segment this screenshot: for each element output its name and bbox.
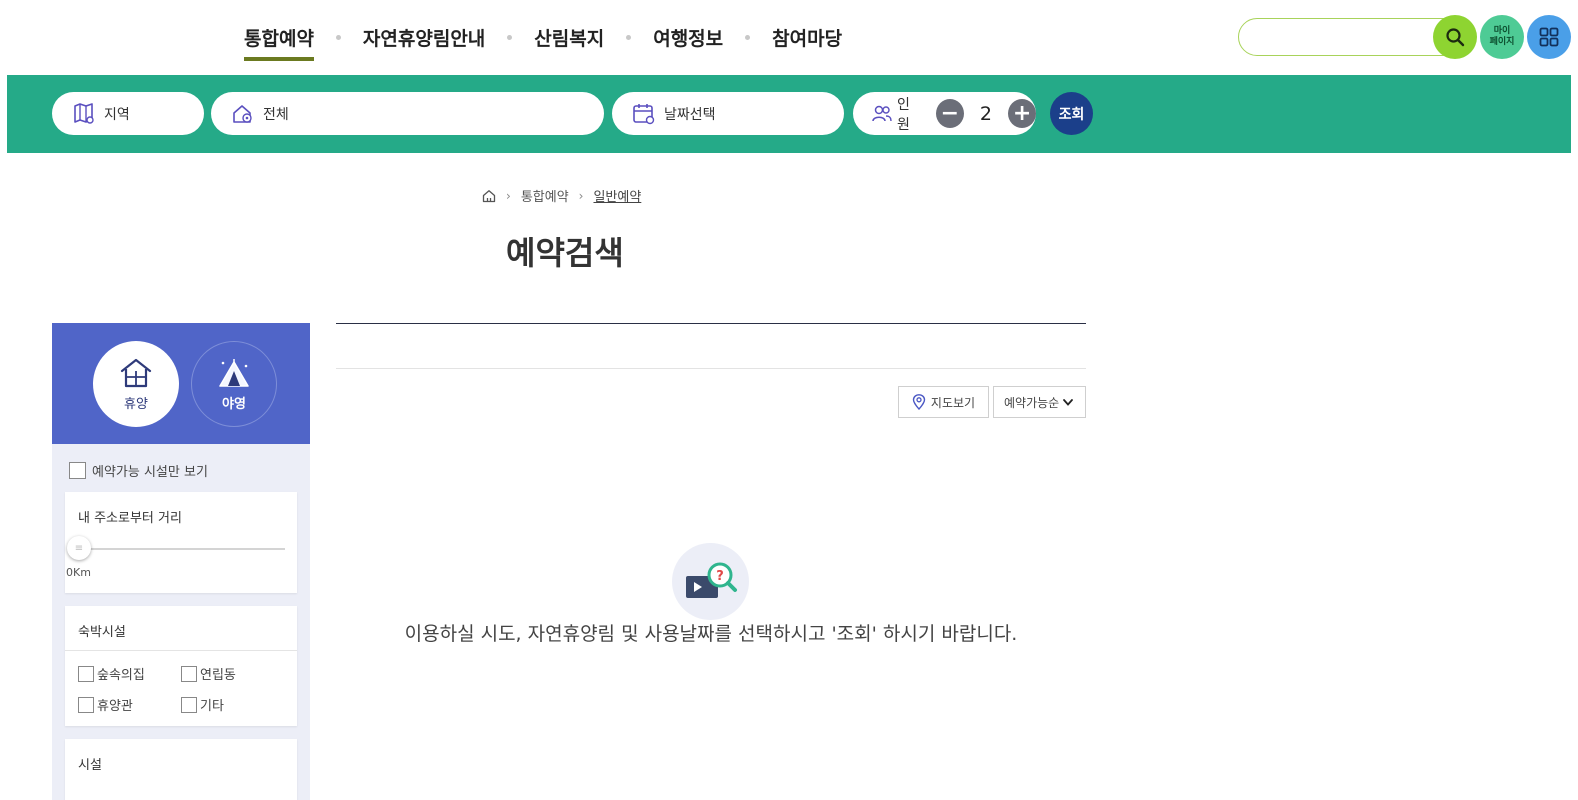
checkbox-box[interactable] [181, 665, 197, 682]
people-selector: 인원 − 2 + [853, 92, 1036, 135]
my-page-label-line2: 페이지 [1489, 37, 1515, 47]
region-select[interactable]: 지역 [52, 92, 204, 135]
content-divider [336, 368, 1086, 369]
tent-icon [219, 358, 249, 387]
checkbox-box[interactable] [181, 696, 197, 713]
type-recreation-button[interactable]: 휴양 [93, 341, 179, 427]
lodging-title: 숙박시설 [78, 625, 126, 640]
lodging-option-label: 기타 [200, 699, 224, 714]
type-recreation-label: 휴양 [124, 396, 148, 412]
distance-value: 0Km [66, 566, 91, 579]
lodging-option-label: 숲속의집 [97, 668, 145, 683]
checkbox-box[interactable] [69, 462, 86, 479]
nav-item-travel[interactable]: 여행정보 [653, 24, 723, 59]
region-label: 지역 [104, 106, 130, 123]
filter-sidebar: 휴양 야영 예약가능 시설만 보기 내 주소로부터 거리 ≡ 0Km 숙박시설 … [52, 323, 310, 800]
nav-item-community[interactable]: 참여마당 [772, 24, 842, 59]
svg-text:?: ? [716, 569, 724, 584]
sort-select[interactable]: 예약가능순 [993, 386, 1086, 418]
lodging-option-other[interactable]: 기타 [181, 695, 224, 714]
facility-type-switcher: 휴양 야영 [52, 323, 310, 444]
distance-slider-track[interactable] [79, 548, 285, 550]
breadcrumb: › 통합예약 › 일반예약 [482, 186, 641, 205]
date-select[interactable]: 날짜선택 [612, 92, 844, 135]
nav-separator [335, 35, 341, 40]
type-camping-button[interactable]: 야영 [191, 341, 277, 427]
chevron-right-icon: › [506, 188, 511, 203]
breadcrumb-level1[interactable]: 통합예약 [521, 186, 569, 205]
people-count: 2 [979, 102, 992, 125]
quick-search-bar: 지역 전체 날짜선택 인원 − 2 + 조회 [7, 75, 1571, 153]
distance-filter-card: 내 주소로부터 거리 ≡ 0Km [65, 492, 297, 593]
empty-result-message: 이용하실 시도, 자연휴양림 및 사용날짜를 선택하시고 '조회' 하시기 바랍… [404, 623, 1018, 645]
my-page-label-line1: 마이 [1493, 26, 1511, 36]
lodging-filter-card: 숙박시설 숲속의집 연립동 휴양관 기타 [65, 606, 297, 726]
lodging-option-row-house[interactable]: 연립동 [181, 664, 236, 683]
grid-menu-icon [1539, 27, 1559, 47]
search-button[interactable] [1433, 15, 1477, 59]
nav-separator [745, 35, 751, 40]
lodging-option-label: 휴양관 [97, 699, 133, 714]
lodging-option-recreation-hall[interactable]: 휴양관 [78, 695, 133, 714]
increase-people-button[interactable]: + [1008, 99, 1036, 128]
calendar-icon [632, 102, 656, 126]
header-search-box [1238, 18, 1462, 56]
nav-item-welfare[interactable]: 산림복지 [534, 24, 604, 59]
main-nav: 통합예약 자연휴양림안내 산림복지 여행정보 참여마당 [244, 24, 842, 61]
content-top-divider [336, 323, 1086, 324]
people-icon [871, 103, 893, 125]
type-camping-label: 야영 [222, 396, 246, 412]
decrease-people-button[interactable]: − [935, 99, 964, 128]
nav-separator [507, 35, 513, 40]
map-pin-icon [72, 102, 96, 126]
breadcrumb-current[interactable]: 일반예약 [593, 186, 641, 205]
card-divider [65, 650, 297, 651]
lodging-option-forest-house[interactable]: 숲속의집 [78, 664, 145, 683]
available-only-checkbox[interactable]: 예약가능 시설만 보기 [69, 461, 208, 480]
date-label: 날짜선택 [664, 106, 716, 123]
sort-selected-value: 예약가능순 [1004, 395, 1060, 410]
home-icon[interactable] [482, 189, 496, 203]
search-submit-button[interactable]: 조회 [1050, 92, 1093, 135]
site-header: 통합예약 자연휴양림안내 산림복지 여행정보 참여마당 마이 페이지 [0, 0, 1578, 75]
forest-label: 전체 [263, 106, 289, 123]
map-view-label: 지도보기 [930, 395, 976, 410]
map-view-button[interactable]: 지도보기 [898, 386, 989, 418]
search-icon [1446, 28, 1465, 47]
chevron-down-icon [1063, 398, 1074, 406]
location-pin-icon [912, 394, 926, 410]
all-menu-button[interactable] [1527, 15, 1571, 59]
chevron-right-icon: › [578, 188, 584, 203]
forest-select[interactable]: 전체 [211, 92, 604, 135]
facility-filter-card: 시설 [65, 739, 297, 800]
checkbox-box[interactable] [78, 665, 94, 682]
nav-item-forest-guide[interactable]: 자연휴양림안내 [363, 24, 485, 59]
my-page-button[interactable]: 마이 페이지 [1480, 15, 1524, 59]
lodging-option-label: 연립동 [200, 668, 236, 683]
search-input[interactable] [1253, 27, 1423, 47]
distance-title: 내 주소로부터 거리 [78, 511, 182, 526]
people-label: 인원 [897, 96, 910, 133]
available-only-label: 예약가능 시설만 보기 [92, 465, 208, 480]
facility-title: 시설 [78, 758, 102, 773]
nav-item-reservation[interactable]: 통합예약 [244, 24, 314, 61]
nav-separator [626, 35, 632, 40]
empty-search-icon: ? [672, 543, 749, 620]
forest-house-icon [231, 102, 255, 126]
house-icon [120, 358, 152, 387]
checkbox-box[interactable] [78, 696, 94, 713]
distance-slider-thumb[interactable]: ≡ [67, 536, 91, 560]
page-title: 예약검색 [506, 234, 624, 272]
